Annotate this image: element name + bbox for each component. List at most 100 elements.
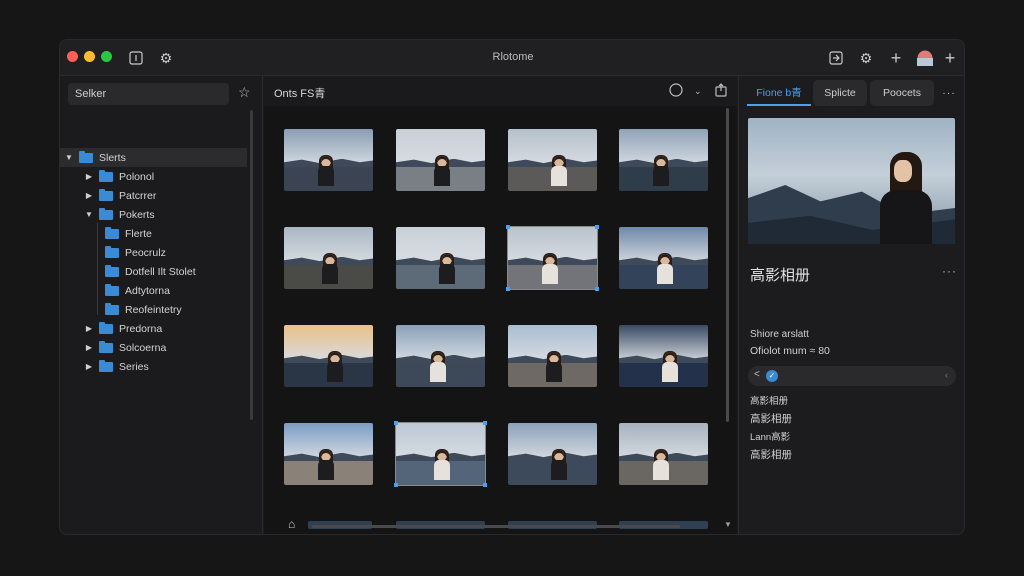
photo-thumbnail[interactable] (284, 423, 373, 485)
sidebar-item-label: Pokerts (119, 208, 155, 221)
star-icon[interactable]: ☆ (238, 84, 251, 101)
photo-thumbnail[interactable] (619, 129, 708, 191)
vertical-scrollbar[interactable] (726, 108, 729, 422)
folder-icon (99, 359, 113, 372)
tab-poocets[interactable]: Poocets (870, 80, 934, 106)
selection-handle[interactable] (506, 225, 510, 229)
sidebar-item-label: Dotfell Ilt Stolet (125, 265, 196, 278)
browser-title: Onts FS青 (274, 88, 326, 100)
sidebar-item-label: Peocrulz (125, 246, 166, 259)
selection-handle[interactable] (394, 483, 398, 487)
photo-browser: Onts FS青 ⌄ ⌂ ▼ (264, 76, 737, 534)
selection-handle[interactable] (595, 287, 599, 291)
selection-handle[interactable] (394, 421, 398, 425)
photo-thumbnail[interactable] (507, 226, 598, 290)
sidebar-item-3[interactable]: ▶ Patcrrer (60, 186, 247, 205)
photo-thumbnail[interactable] (284, 227, 373, 289)
settings-icon[interactable]: ⚙ (856, 48, 876, 68)
photo-thumbnail[interactable] (619, 325, 708, 387)
sidebar-item-10[interactable]: ▶ Predorna (60, 319, 247, 338)
sidebar-item-label: Reofeintetry (125, 303, 182, 316)
detail-line-1: Shiore arslatt (750, 329, 809, 340)
sidebar: ☆ ▼ Slerts ▶ Polonol ▶ Patcrrer ▼ Pokerts Flerte… (60, 76, 263, 534)
meta-line-4: 高影相册 (750, 449, 792, 461)
photo-preview (748, 118, 955, 244)
photo-thumbnail[interactable] (396, 227, 485, 289)
add-icon[interactable]: + (940, 48, 960, 68)
search-input[interactable] (68, 83, 229, 105)
field-left-glyph: < (754, 369, 760, 380)
inspector-panel: Fione b青 Splicte Poocets ··· 高影相册 ··· Sh… (738, 76, 964, 534)
photo-thumbnail[interactable] (508, 325, 597, 387)
selection-handle[interactable] (595, 225, 599, 229)
disclosure-icon[interactable]: ▶ (84, 172, 94, 181)
tab-splicte[interactable]: Splicte (813, 80, 867, 106)
selection-handle[interactable] (483, 421, 487, 425)
app-window: ⚙ Rlotome ⚙ + + ☆ ▼ Slerts ▶ Polonol ▶ Patcrr… (59, 39, 965, 535)
album-title: 高影相册 (750, 267, 811, 284)
meta-line-1: 高影相册 (750, 396, 789, 407)
sidebar-item-4[interactable]: ▼ Pokerts (60, 205, 247, 224)
check-icon: ✓ (766, 370, 778, 382)
disclosure-icon[interactable]: ▶ (84, 362, 94, 371)
folder-icon (99, 340, 113, 353)
sidebar-item-label: Slerts (99, 151, 126, 164)
photo-thumbnail[interactable] (619, 227, 708, 289)
sidebar-item-label: Adtytorna (125, 284, 170, 297)
plus-icon[interactable]: + (886, 48, 906, 68)
meta-line-2: 高影相册 (750, 413, 792, 425)
selection-handle[interactable] (506, 287, 510, 291)
disclosure-icon[interactable]: ▶ (84, 343, 94, 352)
more-tabs-icon[interactable]: ··· (938, 80, 960, 106)
sidebar-item-2[interactable]: ▶ Polonol (60, 167, 247, 186)
sidebar-item-1[interactable]: ▼ Slerts (60, 148, 247, 167)
folder-icon (105, 283, 119, 296)
disclosure-icon[interactable]: ▶ (84, 191, 94, 200)
circle-icon[interactable] (669, 83, 683, 100)
folder-icon (105, 245, 119, 258)
export-icon[interactable] (826, 48, 846, 68)
photo-thumbnail[interactable] (284, 129, 373, 191)
sidebar-item-12[interactable]: ▶ Series (60, 357, 247, 376)
photo-thumbnail[interactable] (395, 422, 486, 486)
scroll-down-icon[interactable]: ▼ (724, 520, 732, 529)
sidebar-item-6[interactable]: Peocrulz (60, 243, 247, 262)
field-right-glyph: ‹ (945, 370, 948, 380)
folder-icon (99, 207, 113, 220)
sidebar-scrollbar[interactable] (250, 110, 253, 420)
more-options-icon[interactable]: ··· (942, 264, 957, 278)
photo-thumbnail[interactable] (396, 129, 485, 191)
disclosure-icon[interactable]: ▶ (84, 324, 94, 333)
selection-handle[interactable] (483, 483, 487, 487)
sidebar-item-label: Patcrrer (119, 189, 157, 202)
home-icon[interactable]: ⌂ (288, 517, 295, 531)
share-icon[interactable] (714, 83, 728, 100)
avatar[interactable] (915, 48, 935, 68)
sidebar-item-label: Predorna (119, 322, 163, 335)
disclosure-icon[interactable]: ▼ (64, 153, 74, 162)
photo-thumbnail[interactable] (619, 423, 708, 485)
sidebar-item-8[interactable]: Adtytorna (60, 281, 247, 300)
folder-icon (105, 302, 119, 315)
tab-fione[interactable]: Fione b青 (747, 80, 811, 106)
sidebar-item-7[interactable]: Dotfell Ilt Stolet (60, 262, 247, 281)
sidebar-item-label: Polonol (119, 170, 155, 183)
photo-thumbnail[interactable] (508, 423, 597, 485)
disclosure-icon[interactable]: ▼ (84, 210, 94, 219)
titlebar: ⚙ Rlotome ⚙ + + (60, 40, 964, 76)
photo-thumbnail[interactable] (508, 129, 597, 191)
photo-thumbnail[interactable] (396, 325, 485, 387)
sidebar-item-9[interactable]: Reofeintetry (60, 300, 247, 319)
photo-thumbnail[interactable] (284, 325, 373, 387)
sidebar-item-5[interactable]: Flerte (60, 224, 247, 243)
sidebar-item-label: Solcoerna (119, 341, 167, 354)
detail-line-2: Ofiolot mum ≈ 80 (750, 345, 830, 357)
folder-icon (99, 321, 113, 334)
folder-icon (99, 169, 113, 182)
sidebar-item-11[interactable]: ▶ Solcoerna (60, 338, 247, 357)
horizontal-scrollbar[interactable] (312, 525, 680, 528)
tag-field[interactable]: < ✓ ‹ (748, 366, 956, 386)
sidebar-item-label: Series (119, 360, 149, 373)
chevron-down-icon[interactable]: ⌄ (694, 86, 702, 97)
browser-header: Onts FS青 ⌄ (264, 76, 737, 106)
